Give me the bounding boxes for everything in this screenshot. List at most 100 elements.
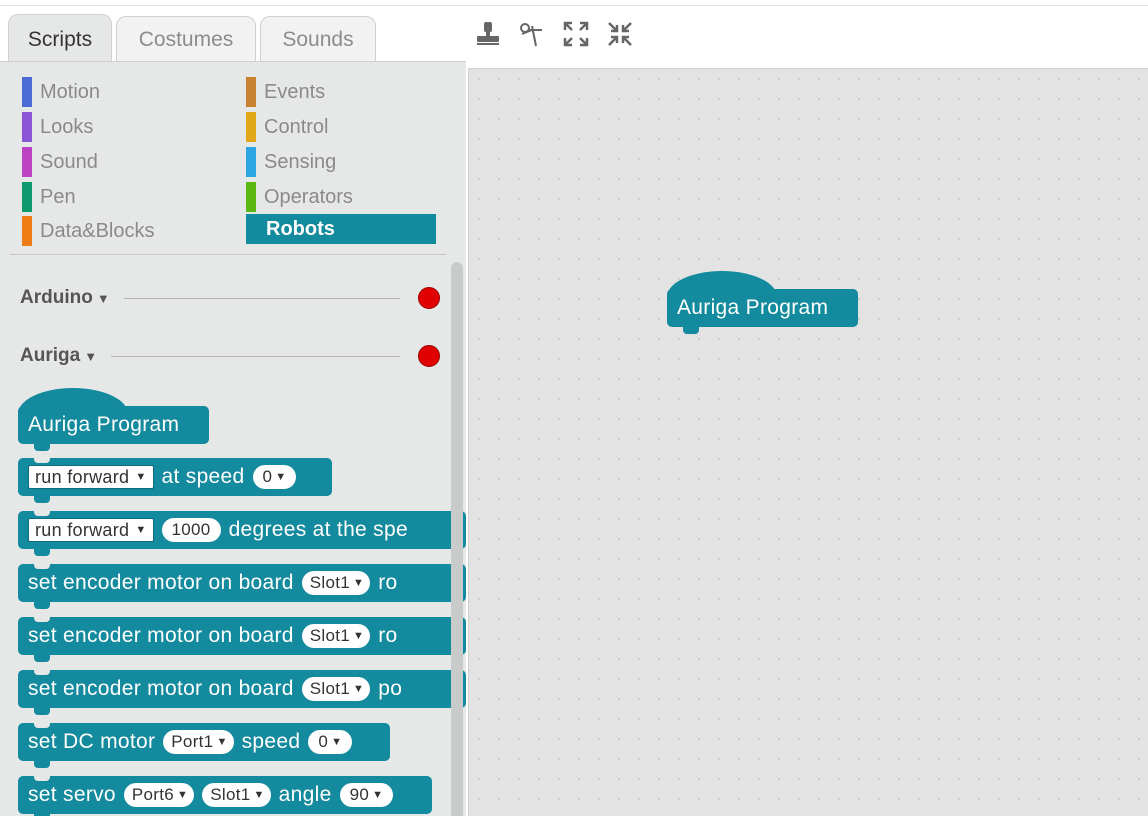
input-value: 0 xyxy=(262,467,273,486)
category-sensing[interactable]: Sensing xyxy=(246,147,436,177)
slot-dropdown[interactable]: Slot1 ▼ xyxy=(202,783,271,807)
category-control[interactable]: Control xyxy=(246,112,436,142)
category-label: Motion xyxy=(40,80,101,103)
dropdown-value: Slot1 xyxy=(210,785,251,804)
dropdown-value: Slot1 xyxy=(309,679,351,698)
angle-value-input[interactable]: 90 ▼ xyxy=(339,783,394,807)
input-value: 90 xyxy=(349,785,370,804)
shrink-icon[interactable] xyxy=(606,20,634,48)
input-value: 0 xyxy=(318,732,329,751)
script-area[interactable]: Auriga Program xyxy=(468,68,1148,816)
category-label: Robots xyxy=(266,217,335,240)
speed-value-input[interactable]: 0 ▼ xyxy=(252,465,297,489)
block-label-tail: po xyxy=(378,677,403,700)
block-notch xyxy=(34,707,50,715)
slot-dropdown[interactable]: Slot1 ▼ xyxy=(301,624,371,648)
block-top-notch xyxy=(34,617,50,622)
category-color-swatch xyxy=(246,77,256,107)
category-label: Pen xyxy=(40,185,76,208)
dropdown-value: Slot1 xyxy=(309,626,351,645)
block-label: set DC motor xyxy=(28,730,156,753)
extension-auriga[interactable]: Auriga ▼ xyxy=(20,341,440,371)
grow-icon[interactable] xyxy=(562,20,590,48)
direction-dropdown[interactable]: run forward ▼ xyxy=(28,465,154,489)
category-motion[interactable]: Motion xyxy=(22,77,212,107)
tab-scripts[interactable]: Scripts xyxy=(8,14,112,64)
port-dropdown[interactable]: Port6 ▼ xyxy=(123,783,195,807)
block-top-notch xyxy=(34,564,50,569)
chevron-down-icon: ▼ xyxy=(372,789,384,801)
category-operators[interactable]: Operators xyxy=(246,182,436,212)
caret-down-icon[interactable]: ▼ xyxy=(84,349,97,364)
block-top-notch xyxy=(34,458,50,463)
dc-motor-speed-block[interactable]: set DC motor Port1 ▼ speed 0 ▼ xyxy=(18,723,390,768)
chevron-down-icon: ▼ xyxy=(253,789,265,801)
category-color-swatch xyxy=(22,147,32,177)
top-border xyxy=(0,5,1148,6)
speed-value-input[interactable]: 0 ▼ xyxy=(308,730,353,754)
block-label: degrees at the spe xyxy=(228,518,408,541)
category-color-swatch xyxy=(22,112,32,142)
run-at-speed-block[interactable]: run forward ▼ at speed 0 ▼ xyxy=(18,458,332,503)
category-color-swatch xyxy=(246,112,256,142)
chevron-down-icon: ▼ xyxy=(135,471,147,483)
chevron-down-icon: ▼ xyxy=(275,471,287,483)
input-value: 1000 xyxy=(171,520,211,539)
category-looks[interactable]: Looks xyxy=(22,112,212,142)
auriga-program-hat-block[interactable]: Auriga Program xyxy=(18,388,209,451)
chevron-down-icon: ▼ xyxy=(353,577,365,589)
encoder-motor-rotate-block[interactable]: set encoder motor on board Slot1 ▼ ro xyxy=(18,564,466,609)
encoder-motor-rotate-block[interactable]: set encoder motor on board Slot1 ▼ ro xyxy=(18,617,466,662)
category-color-swatch xyxy=(246,147,256,177)
category-color-swatch xyxy=(22,182,32,212)
block-notch xyxy=(34,760,50,768)
category-label: Control xyxy=(264,115,329,138)
dropdown-value: Port6 xyxy=(131,785,175,804)
block-label: speed xyxy=(241,730,301,753)
duplicate-stamp-icon[interactable] xyxy=(474,20,502,48)
category-label: Events xyxy=(264,80,326,103)
block-notch xyxy=(34,548,50,556)
cut-scissors-icon[interactable] xyxy=(518,20,546,48)
category-label: Data&Blocks xyxy=(40,219,155,242)
category-sound[interactable]: Sound xyxy=(22,147,212,177)
block-label: Auriga Program xyxy=(677,296,829,319)
dropdown-value: Slot1 xyxy=(309,573,351,592)
block-notch xyxy=(34,654,50,662)
connection-status-icon xyxy=(418,345,440,367)
extension-name: Auriga xyxy=(20,345,81,366)
palette-scrollbar[interactable] xyxy=(451,262,463,816)
dropdown-value: run forward xyxy=(35,519,130,540)
extension-arduino[interactable]: Arduino ▼ xyxy=(20,283,440,313)
block-notch xyxy=(34,601,50,609)
category-events[interactable]: Events xyxy=(246,77,436,107)
palette-separator xyxy=(10,254,446,255)
block-label-tail: ro xyxy=(378,571,398,594)
category-label: Looks xyxy=(40,115,94,138)
direction-dropdown[interactable]: run forward ▼ xyxy=(28,518,154,542)
block-top-notch xyxy=(34,670,50,675)
caret-down-icon[interactable]: ▼ xyxy=(97,291,110,306)
chevron-down-icon: ▼ xyxy=(353,630,365,642)
tab-costumes[interactable]: Costumes xyxy=(116,16,256,62)
category-pen[interactable]: Pen xyxy=(22,182,212,212)
category-label: Sensing xyxy=(264,150,337,173)
encoder-motor-power-block[interactable]: set encoder motor on board Slot1 ▼ po xyxy=(18,670,466,715)
category-robots[interactable]: Robots xyxy=(246,214,436,244)
block-label: angle xyxy=(278,783,332,806)
dropdown-value: run forward xyxy=(35,466,130,487)
tab-sounds[interactable]: Sounds xyxy=(260,16,376,62)
run-degrees-block[interactable]: run forward ▼ 1000 degrees at the spe xyxy=(18,511,466,556)
divider-line xyxy=(123,297,400,299)
block-top-notch xyxy=(34,776,50,781)
slot-dropdown[interactable]: Slot1 ▼ xyxy=(301,677,371,701)
category-data-blocks[interactable]: Data&Blocks xyxy=(22,216,212,246)
category-color-swatch xyxy=(22,216,32,246)
block-label: set servo xyxy=(28,783,116,806)
servo-angle-block[interactable]: set servo Port6 ▼ Slot1 ▼ angle 90 ▼ xyxy=(18,776,432,816)
degrees-value-input[interactable]: 1000 xyxy=(161,518,221,542)
extension-name: Arduino xyxy=(20,287,93,308)
auriga-program-hat-block[interactable]: Auriga Program xyxy=(667,271,858,334)
port-dropdown[interactable]: Port1 ▼ xyxy=(163,730,234,754)
slot-dropdown[interactable]: Slot1 ▼ xyxy=(301,571,371,595)
